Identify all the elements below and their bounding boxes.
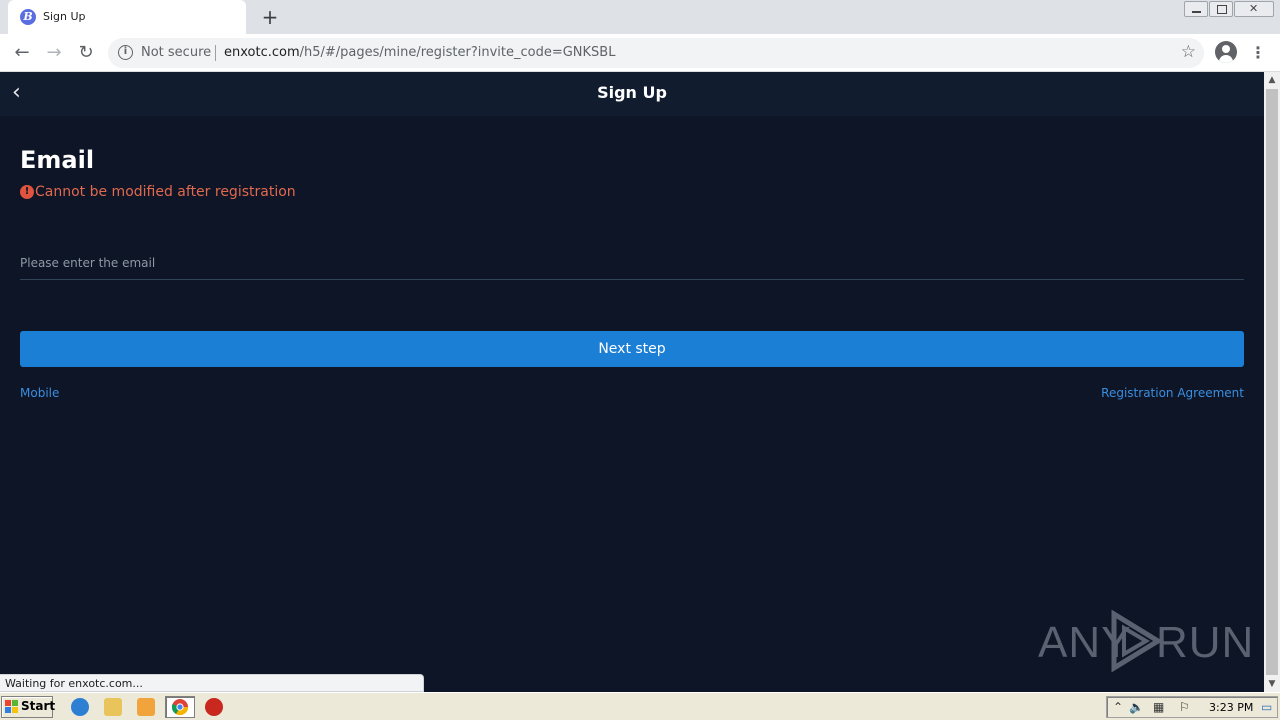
email-input[interactable] xyxy=(20,246,1244,280)
show-desktop-icon[interactable]: ▭ xyxy=(1261,700,1272,714)
explorer-folder-icon[interactable] xyxy=(104,698,122,716)
email-section-title: Email xyxy=(20,146,95,174)
browser-tab-strip: B Sign Up + xyxy=(0,0,1280,34)
ie-taskbar-icon[interactable] xyxy=(71,698,89,716)
url-path: /h5/#/pages/mine/register?invite_code=GN… xyxy=(299,45,616,60)
address-separator xyxy=(215,45,216,61)
warning-text: Cannot be modified after registration xyxy=(35,184,296,200)
forward-arrow-icon[interactable]: → xyxy=(42,41,66,65)
page-scrollbar[interactable]: ▲ ▼ xyxy=(1264,72,1280,692)
scroll-down-arrow-icon[interactable]: ▼ xyxy=(1264,676,1280,692)
window-minimize-button[interactable] xyxy=(1184,1,1208,17)
reload-icon[interactable]: ↻ xyxy=(74,41,98,65)
browser-menu-icon[interactable]: ⋮ xyxy=(1250,41,1266,65)
page-content: ‹ Sign Up Email ! Cannot be modified aft… xyxy=(0,72,1264,692)
profile-avatar-icon[interactable] xyxy=(1215,41,1237,63)
url-text[interactable]: enxotc.com/h5/#/pages/mine/register?invi… xyxy=(224,45,615,60)
volume-icon[interactable]: 🔈 xyxy=(1129,700,1144,714)
anyrun-watermark: ANY RUN xyxy=(1038,610,1253,676)
chrome-icon xyxy=(171,699,189,716)
address-bar[interactable]: i Not secure enxotc.com/h5/#/pages/mine/… xyxy=(108,38,1204,68)
taskbar-clock[interactable]: 3:23 PM xyxy=(1209,701,1253,714)
browser-toolbar: ← → ↻ i Not secure enxotc.com/h5/#/pages… xyxy=(0,34,1280,72)
opera-taskbar-icon[interactable] xyxy=(205,698,223,716)
system-tray: ⌃ 🔈 ▦ ⚐ 3:23 PM ▭ xyxy=(1106,696,1278,718)
window-close-button[interactable] xyxy=(1234,1,1274,17)
info-icon[interactable]: i xyxy=(118,45,133,60)
scroll-thumb[interactable] xyxy=(1266,89,1278,675)
tab-title: Sign Up xyxy=(43,10,86,23)
page-header: ‹ Sign Up xyxy=(0,72,1264,116)
page-title: Sign Up xyxy=(597,83,667,102)
scroll-up-arrow-icon[interactable]: ▲ xyxy=(1264,72,1280,88)
back-arrow-icon[interactable]: ← xyxy=(10,41,34,65)
action-center-flag-icon[interactable]: ⚐ xyxy=(1179,700,1190,714)
network-icon[interactable]: ▦ xyxy=(1153,700,1164,714)
registration-agreement-link[interactable]: Registration Agreement xyxy=(1101,386,1244,400)
next-step-button[interactable]: Next step xyxy=(20,331,1244,367)
watermark-text-right: RUN xyxy=(1156,618,1255,667)
bookmark-star-icon[interactable]: ☆ xyxy=(1181,42,1196,62)
chrome-taskbar-button[interactable] xyxy=(165,696,195,718)
windows-taskbar: Start ⌃ 🔈 ▦ ⚐ 3:23 PM ▭ xyxy=(0,692,1280,720)
new-tab-button[interactable]: + xyxy=(260,6,280,28)
mobile-link[interactable]: Mobile xyxy=(20,386,59,400)
windows-logo-icon xyxy=(5,700,19,714)
browser-tab[interactable]: B Sign Up xyxy=(8,0,246,34)
start-button[interactable]: Start xyxy=(1,696,56,718)
site-favicon-icon: B xyxy=(20,9,36,25)
start-label: Start xyxy=(21,699,56,713)
security-indicator[interactable]: Not secure xyxy=(141,45,211,60)
tray-expand-icon[interactable]: ⌃ xyxy=(1113,700,1123,714)
tab-close-icon[interactable] xyxy=(222,8,236,24)
media-player-icon[interactable] xyxy=(137,698,155,716)
browser-status-bubble: Waiting for enxotc.com... xyxy=(0,674,424,692)
window-restore-button[interactable] xyxy=(1209,1,1233,17)
warning-icon: ! xyxy=(20,185,34,199)
url-host: enxotc.com xyxy=(224,45,300,60)
